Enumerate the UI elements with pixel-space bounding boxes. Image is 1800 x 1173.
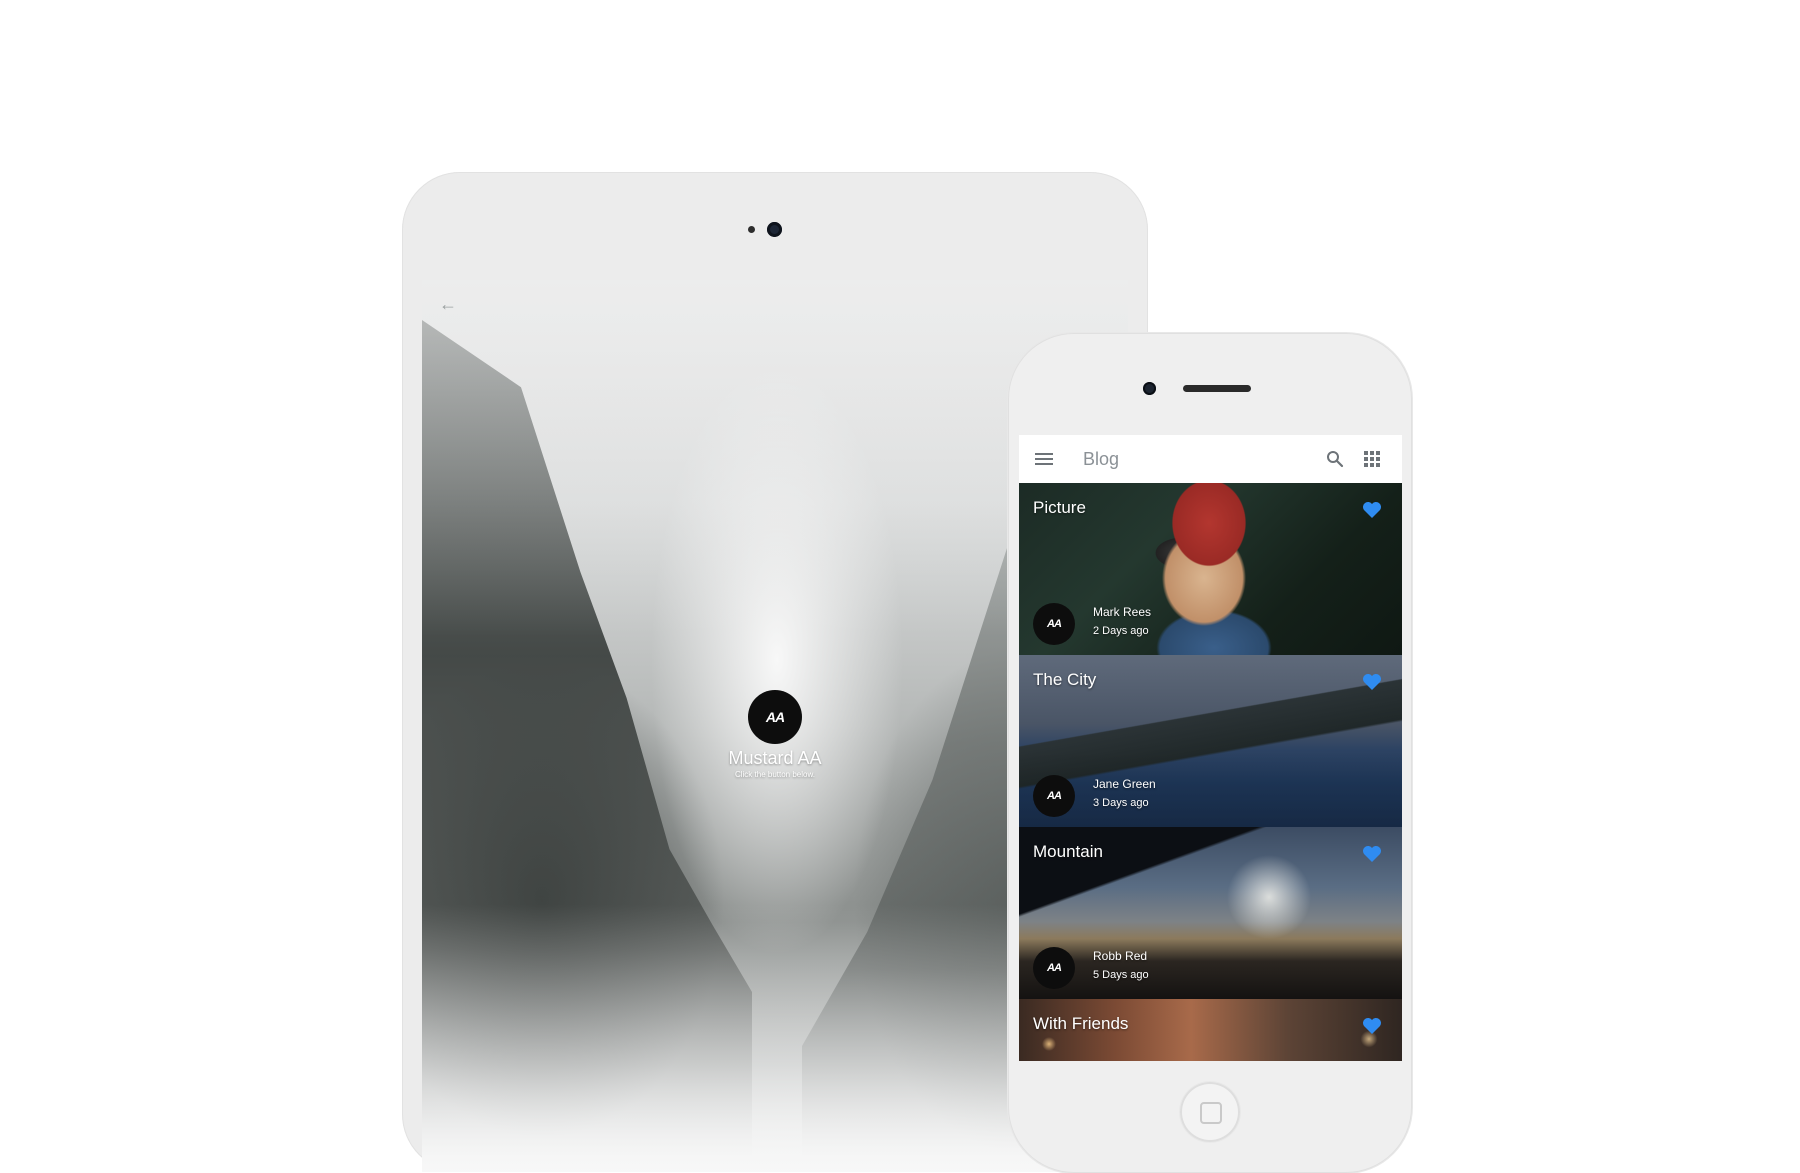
avatar: AA — [1033, 947, 1075, 989]
profile-logo: AA — [748, 690, 802, 744]
card-title: Mountain — [1033, 842, 1103, 861]
app-bar: Blog — [1019, 435, 1402, 483]
grid-icon[interactable] — [1364, 451, 1380, 467]
heart-icon[interactable] — [1362, 673, 1382, 691]
card-title: With Friends — [1033, 1014, 1129, 1033]
card-author: Jane Green — [1093, 777, 1156, 791]
card-title: The City — [1033, 670, 1097, 689]
arrow-left-icon[interactable]: ← — [436, 292, 460, 316]
card-date: 2 Days ago — [1093, 625, 1149, 637]
blog-card-with-friends[interactable]: With Friends — [1019, 999, 1402, 1061]
card-date: 3 Days ago — [1093, 797, 1149, 809]
card-author: Robb Red — [1093, 949, 1148, 963]
avatar: AA — [1033, 775, 1075, 817]
card-author: Mark Rees — [1093, 605, 1152, 619]
avatar: AA — [1033, 603, 1075, 645]
tablet-sensor — [748, 226, 755, 233]
heart-icon[interactable] — [1362, 845, 1382, 863]
phone-device: Blog Picture AA Mark Rees 2 Days ago The… — [1008, 333, 1412, 1173]
tablet-camera — [767, 222, 782, 237]
phone-speaker — [1183, 385, 1251, 392]
home-button[interactable] — [1180, 1082, 1240, 1142]
phone-camera — [1143, 382, 1156, 395]
menu-icon[interactable] — [1035, 453, 1053, 465]
blog-card-mountain[interactable]: Mountain AA Robb Red 5 Days ago — [1019, 827, 1402, 999]
search-icon[interactable] — [1326, 450, 1344, 468]
card-title: Picture — [1033, 498, 1086, 517]
blog-card-the-city[interactable]: The City AA Jane Green 3 Days ago — [1019, 655, 1402, 827]
home-square-icon — [1200, 1102, 1222, 1124]
blog-card-picture[interactable]: Picture AA Mark Rees 2 Days ago — [1019, 483, 1402, 655]
heart-icon[interactable] — [1362, 501, 1382, 519]
app-bar-title: Blog — [1083, 448, 1120, 469]
heart-icon[interactable] — [1362, 1017, 1382, 1035]
card-date: 5 Days ago — [1093, 969, 1149, 981]
phone-screen: Blog Picture AA Mark Rees 2 Days ago The… — [1019, 435, 1402, 1061]
